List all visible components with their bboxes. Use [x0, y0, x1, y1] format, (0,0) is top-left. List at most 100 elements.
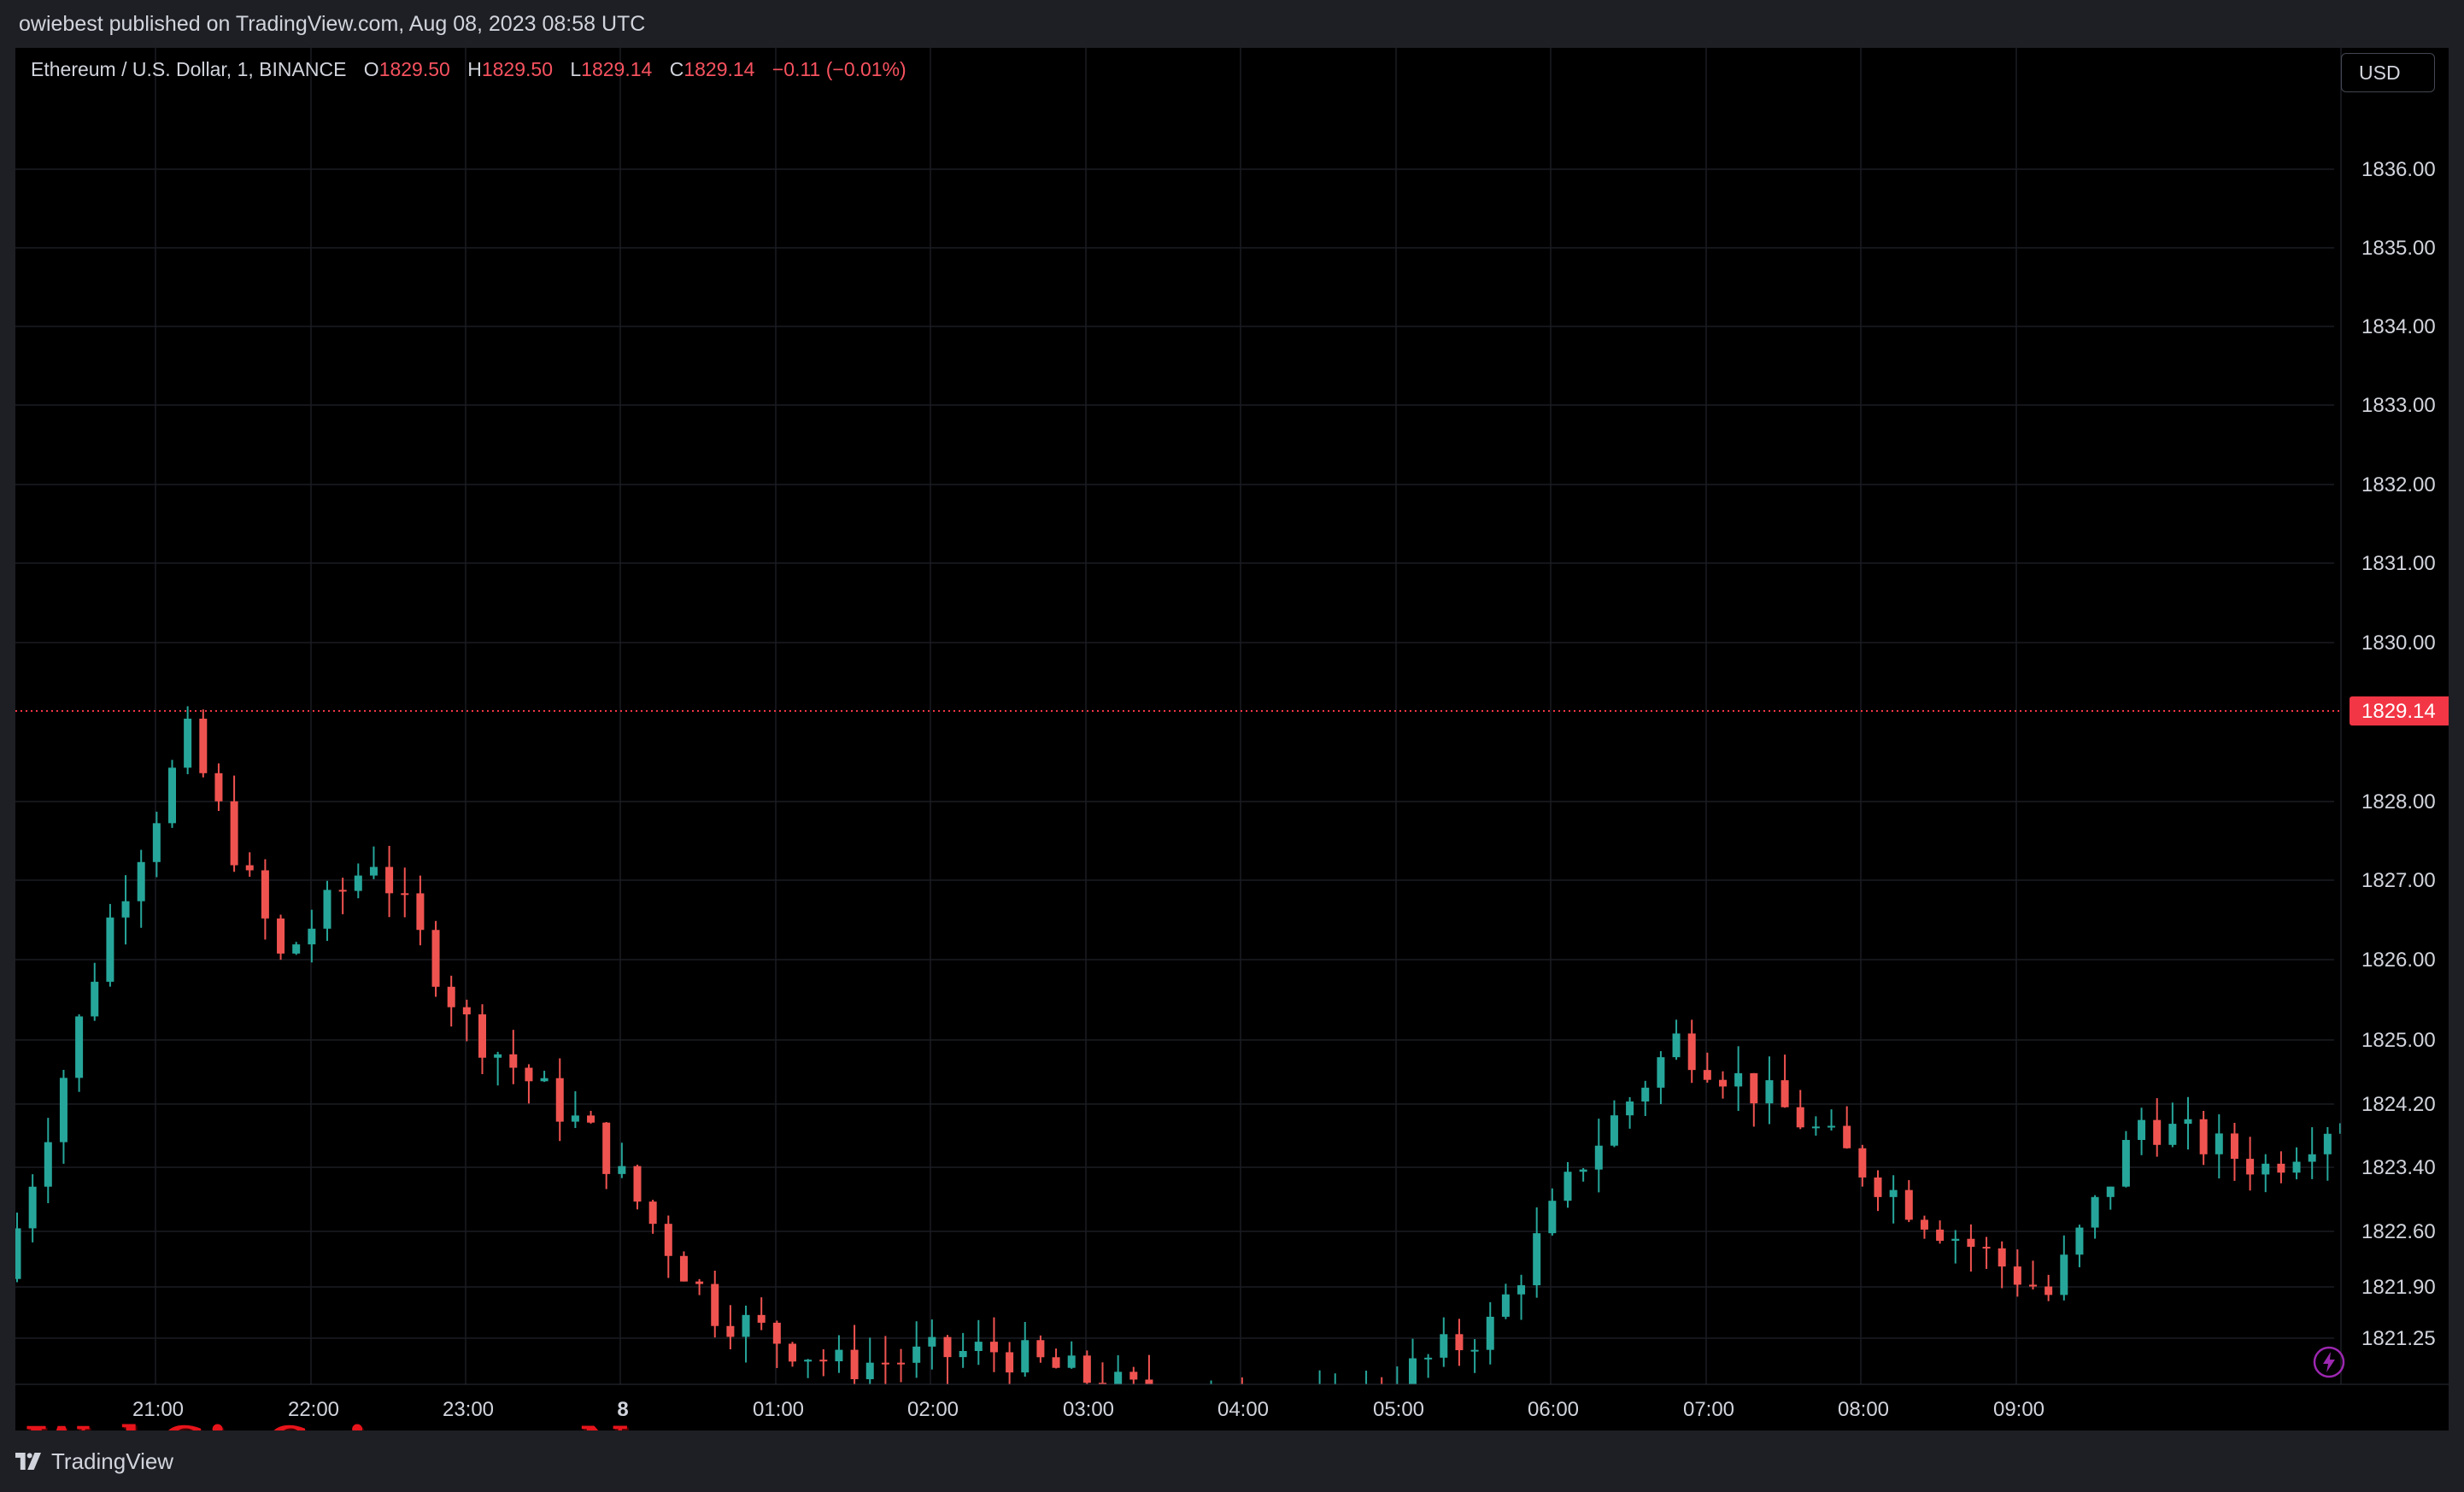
y-tick-label: 1831.00: [2361, 552, 2436, 575]
y-tick-label: 1835.00: [2361, 237, 2436, 260]
candle-body: [59, 1078, 67, 1142]
candle-body: [679, 1255, 688, 1282]
candle-body: [385, 866, 394, 894]
candle-body: [1548, 1201, 1557, 1234]
candle-body: [1796, 1107, 1804, 1128]
currency-button[interactable]: USD: [2341, 53, 2435, 92]
candle-body: [587, 1115, 595, 1123]
candle-body: [462, 1007, 471, 1015]
candle-body: [230, 801, 238, 866]
candle-body: [1687, 1033, 1696, 1071]
x-tick-label: 06:00: [1528, 1398, 1579, 1421]
candle-body: [1734, 1072, 1743, 1087]
y-tick-label: 1821.90: [2361, 1276, 2436, 1299]
price-chart[interactable]: 1836.00 1835.00 1834.00 1833.00 1832.00 1831.…: [15, 48, 2449, 1430]
candle-body: [431, 930, 440, 987]
candle-body: [509, 1054, 518, 1068]
candle-body: [338, 890, 347, 892]
candle-body: [2121, 1140, 2130, 1187]
x-tick-label: 03:00: [1063, 1398, 1114, 1421]
candle-body: [2029, 1284, 2037, 1287]
candle-body: [106, 917, 114, 982]
candle-body: [989, 1342, 998, 1353]
candle-body: [648, 1201, 657, 1225]
candle-body: [2230, 1133, 2238, 1160]
y-tick-label: 1823.40: [2361, 1156, 2436, 1179]
candle-body: [695, 1281, 704, 1284]
candle-body: [2153, 1119, 2162, 1145]
candle-body: [2277, 1163, 2285, 1173]
candle-body: [1610, 1115, 1618, 1146]
candle-body: [1067, 1355, 1076, 1368]
candle-body: [850, 1349, 859, 1379]
candle-body: [2138, 1119, 2146, 1141]
high-label: H: [467, 58, 482, 80]
candle-body: [1982, 1247, 1991, 1249]
candle-body: [354, 875, 362, 891]
candle-body: [2060, 1254, 2068, 1295]
candle-body: [292, 944, 301, 954]
candle-body: [2013, 1266, 2021, 1285]
candle-body: [959, 1351, 967, 1358]
candle-body: [44, 1142, 52, 1187]
candle-body: [555, 1078, 564, 1122]
ohlc-legend: Ethereum / U.S. Dollar, 1, BINANCE O 1829…: [31, 58, 906, 81]
candle-body: [1517, 1285, 1526, 1295]
candle-body: [525, 1067, 533, 1082]
candle-body: [2262, 1163, 2270, 1175]
candle-body: [1998, 1248, 2006, 1267]
candle-body: [2184, 1119, 2192, 1125]
change-value: −0.11 (−0.01%): [771, 58, 906, 80]
symbol-label: Ethereum / U.S. Dollar, 1, BINANCE: [31, 58, 347, 80]
candle-body: [912, 1346, 921, 1363]
y-tick-label: 1828.00: [2361, 790, 2436, 814]
candle-body: [1936, 1229, 1945, 1242]
candle-body: [121, 901, 130, 918]
y-tick-label: 1833.00: [2361, 394, 2436, 417]
candle-body: [1021, 1340, 1030, 1373]
candle-body: [1703, 1070, 1711, 1080]
candle-body: [974, 1342, 983, 1352]
candle-body: [928, 1336, 936, 1347]
candle-body: [1765, 1080, 1774, 1104]
candle-body: [277, 918, 285, 954]
x-tick-label: 01:00: [753, 1398, 804, 1421]
high-value: 1829.50: [481, 58, 553, 80]
candle-body: [540, 1078, 549, 1082]
candle-body: [865, 1362, 874, 1379]
y-tick-label: 1824.20: [2361, 1093, 2436, 1116]
candle-body: [1563, 1172, 1572, 1201]
candle-body: [447, 986, 455, 1007]
candle-body: [897, 1362, 906, 1365]
candle-body: [1594, 1145, 1603, 1170]
candle-body: [137, 861, 145, 902]
y-tick-label: 1821.25: [2361, 1327, 2436, 1350]
candle-body: [91, 981, 99, 1017]
candle-body: [943, 1336, 952, 1358]
candle-body: [2246, 1159, 2255, 1175]
candle-body: [323, 890, 331, 929]
open-label: O: [363, 58, 379, 80]
candle-body: [478, 1014, 486, 1058]
candle-body: [1641, 1087, 1650, 1102]
candle-body: [789, 1343, 796, 1362]
candle-body: [618, 1166, 626, 1174]
candle-body: [1750, 1072, 1758, 1104]
candle-body: [1424, 1357, 1433, 1360]
candle-body: [2075, 1227, 2084, 1255]
y-tick-label: 1836.00: [2361, 158, 2436, 181]
lightning-icon[interactable]: [2312, 1345, 2346, 1379]
candle-body: [416, 893, 425, 931]
low-value: 1829.14: [581, 58, 653, 80]
candle-body: [28, 1186, 37, 1229]
candle-body: [2308, 1154, 2316, 1162]
chart-area[interactable]: 1836.00 1835.00 1834.00 1833.00 1832.00 1831.…: [15, 48, 2449, 1479]
candle-body: [1904, 1189, 1913, 1220]
candle-body: [1486, 1316, 1494, 1350]
candle-body: [15, 1228, 21, 1279]
candle-body: [261, 870, 269, 919]
candle-body: [1470, 1349, 1479, 1352]
publisher-bar: owiebest published on TradingView.com, A…: [0, 0, 2464, 48]
candle-body: [711, 1283, 719, 1326]
candle-body: [571, 1115, 579, 1122]
